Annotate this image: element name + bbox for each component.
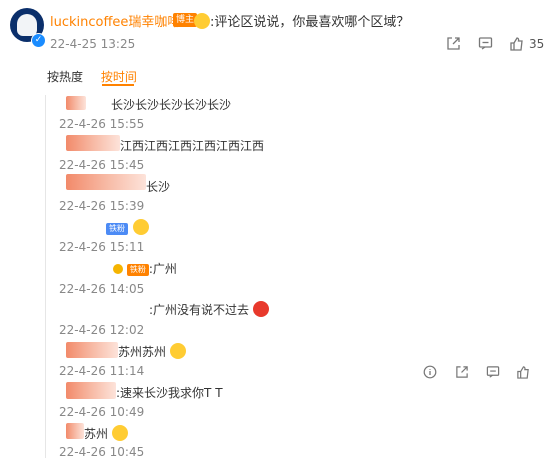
like-count: 35 [529, 37, 545, 51]
post-timestamp: 22-4-25 13:25 [50, 37, 136, 51]
redacted-username [66, 96, 86, 110]
fan-badge: 铁粉 [106, 223, 128, 235]
reply-timestamp: 22-4-26 10:45 [59, 445, 145, 459]
reply-text: 长沙长沙长沙长沙长沙 [111, 98, 232, 112]
reply-timestamp: 22-4-26 11:14 [59, 364, 145, 378]
reply-text: 苏州苏州 [118, 345, 167, 359]
emoji-icon [169, 343, 186, 359]
emoji-icon [111, 425, 128, 441]
thread-line [45, 95, 46, 458]
reply-content: :广州没有说不过去 [149, 301, 269, 318]
redacted-username [66, 423, 84, 439]
tab-time[interactable]: 按时间 [101, 70, 137, 84]
reply-text: 苏州 [84, 427, 109, 441]
reply-content: 铁粉 [106, 217, 150, 236]
like-icon[interactable] [516, 364, 530, 383]
reply-text: :广州没有说不过去 [149, 303, 250, 317]
like-icon[interactable] [509, 36, 524, 55]
reply-content: 苏州 [84, 425, 128, 442]
tab-hot[interactable]: 按热度 [47, 70, 83, 84]
reply-timestamp: 22-4-26 15:55 [59, 117, 145, 131]
verified-icon: ✓ [31, 33, 46, 48]
reply-timestamp: 22-4-26 12:02 [59, 323, 145, 337]
sort-tabs: 按热度 按时间 [47, 68, 151, 85]
emoji-icon [194, 13, 210, 29]
reply-text: :速来长沙我求你T T [116, 386, 223, 400]
active-tab-indicator [102, 84, 134, 86]
reply-timestamp: 22-4-26 15:45 [59, 158, 145, 172]
comment-icon[interactable] [486, 364, 500, 383]
redacted-username [66, 382, 116, 399]
level-icon [113, 264, 123, 274]
redacted-username [66, 135, 120, 151]
reply-timestamp: 22-4-26 10:49 [59, 405, 145, 419]
reply-content: 铁粉:广州 [113, 260, 177, 277]
post-text: :评论区说说，你最喜欢哪个区域？ [194, 11, 409, 30]
reply-text: 长沙 [146, 180, 171, 194]
reply-timestamp: 22-4-26 15:11 [59, 240, 145, 254]
redacted-username [66, 174, 146, 190]
reply-content: 苏州苏州 [118, 343, 186, 360]
fan-badge: 铁粉 [126, 264, 149, 276]
emoji-icon [252, 301, 269, 317]
emoji-icon [133, 219, 150, 235]
reply-timestamp: 22-4-26 15:39 [59, 199, 145, 213]
comment-icon[interactable] [478, 36, 493, 55]
share-icon[interactable] [446, 36, 461, 55]
info-icon[interactable] [423, 364, 437, 383]
share-icon[interactable] [455, 364, 469, 383]
reply-text: 江西江西江西江西江西江西 [120, 139, 265, 153]
reply-text: :广州 [148, 262, 177, 276]
redacted-username [66, 342, 118, 358]
author-name[interactable]: luckincoffee瑞幸咖啡 [50, 11, 180, 30]
reply-timestamp: 22-4-26 14:05 [59, 282, 145, 296]
